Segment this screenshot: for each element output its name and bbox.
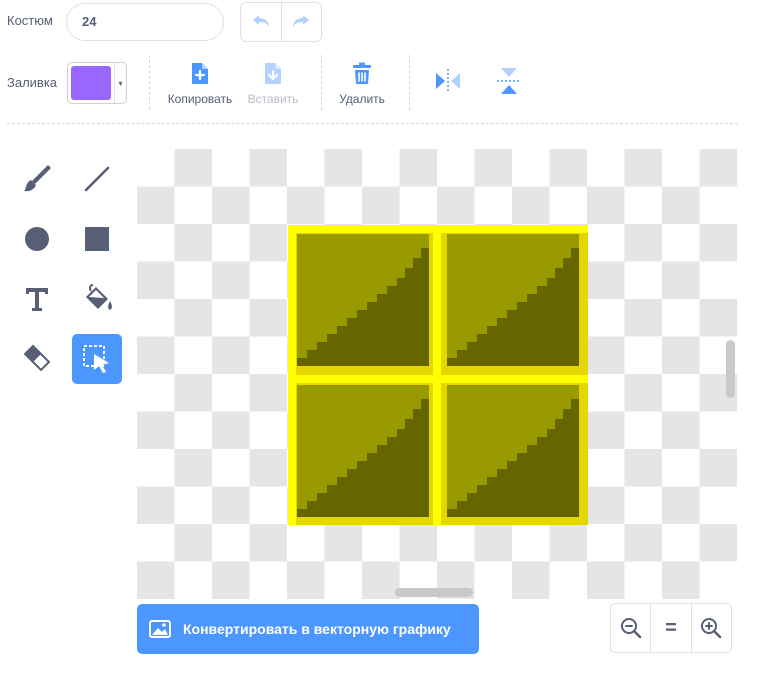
horizontal-scrollbar[interactable] [395,588,473,597]
paste-icon [265,63,281,84]
paste-button[interactable]: Вставить [243,62,303,106]
copy-label: Копировать [167,92,233,106]
undo-icon [252,15,269,27]
redo-button[interactable] [280,3,322,41]
divider [321,55,322,110]
circle-icon [25,227,49,251]
costume-label: Костюм [7,13,53,28]
divider [149,55,150,110]
undo-button[interactable] [241,3,281,41]
image-icon [149,620,171,638]
select-icon [83,345,109,373]
costume-artwork [288,225,588,525]
paint-canvas[interactable] [137,149,737,599]
flip-horizontal-icon [436,69,460,93]
fill-tool[interactable] [72,274,122,324]
divider [409,55,410,110]
copy-icon [192,63,208,84]
brush-icon [24,165,51,192]
trash-icon [353,62,371,84]
line-icon [84,166,110,192]
fill-color-swatch[interactable] [71,66,111,100]
eraser-icon [23,344,51,372]
zoom-controls: = [610,603,732,653]
redo-icon [293,15,310,27]
vertical-scrollbar[interactable] [726,340,735,398]
text-icon [26,288,48,311]
convert-to-vector-button[interactable]: Конвертировать в векторную графику [137,604,479,654]
copy-button[interactable]: Копировать [165,62,235,106]
zoom-out-icon [620,618,641,639]
circle-tool[interactable] [12,214,62,264]
fill-bucket-icon [86,284,112,310]
fill-color-picker[interactable]: ▾ [67,62,127,104]
line-tool[interactable] [72,154,122,204]
zoom-reset-button[interactable]: = [650,604,690,652]
toolbar-divider [7,123,738,124]
costume-name-input[interactable]: 24 [66,3,224,41]
flip-vertical-button[interactable] [496,66,522,101]
flip-horizontal-button[interactable] [434,68,462,99]
delete-button[interactable]: Удалить [334,62,390,106]
brush-tool[interactable] [12,154,62,204]
zoom-reset-label: = [665,616,677,639]
text-tool[interactable] [12,274,62,324]
paste-label: Вставить [247,92,299,106]
chevron-down-icon[interactable]: ▾ [114,63,126,103]
flip-vertical-icon [497,68,521,94]
rectangle-tool[interactable] [72,214,122,264]
eraser-tool[interactable] [12,334,62,384]
fill-label: Заливка [7,75,58,90]
convert-label: Конвертировать в векторную графику [183,621,451,637]
undo-redo-group [240,2,322,42]
select-tool[interactable] [72,334,122,384]
delete-label: Удалить [339,92,385,106]
zoom-in-button[interactable] [690,604,731,652]
zoom-out-button[interactable] [611,604,650,652]
zoom-in-icon [701,618,722,639]
rectangle-icon [85,227,109,251]
